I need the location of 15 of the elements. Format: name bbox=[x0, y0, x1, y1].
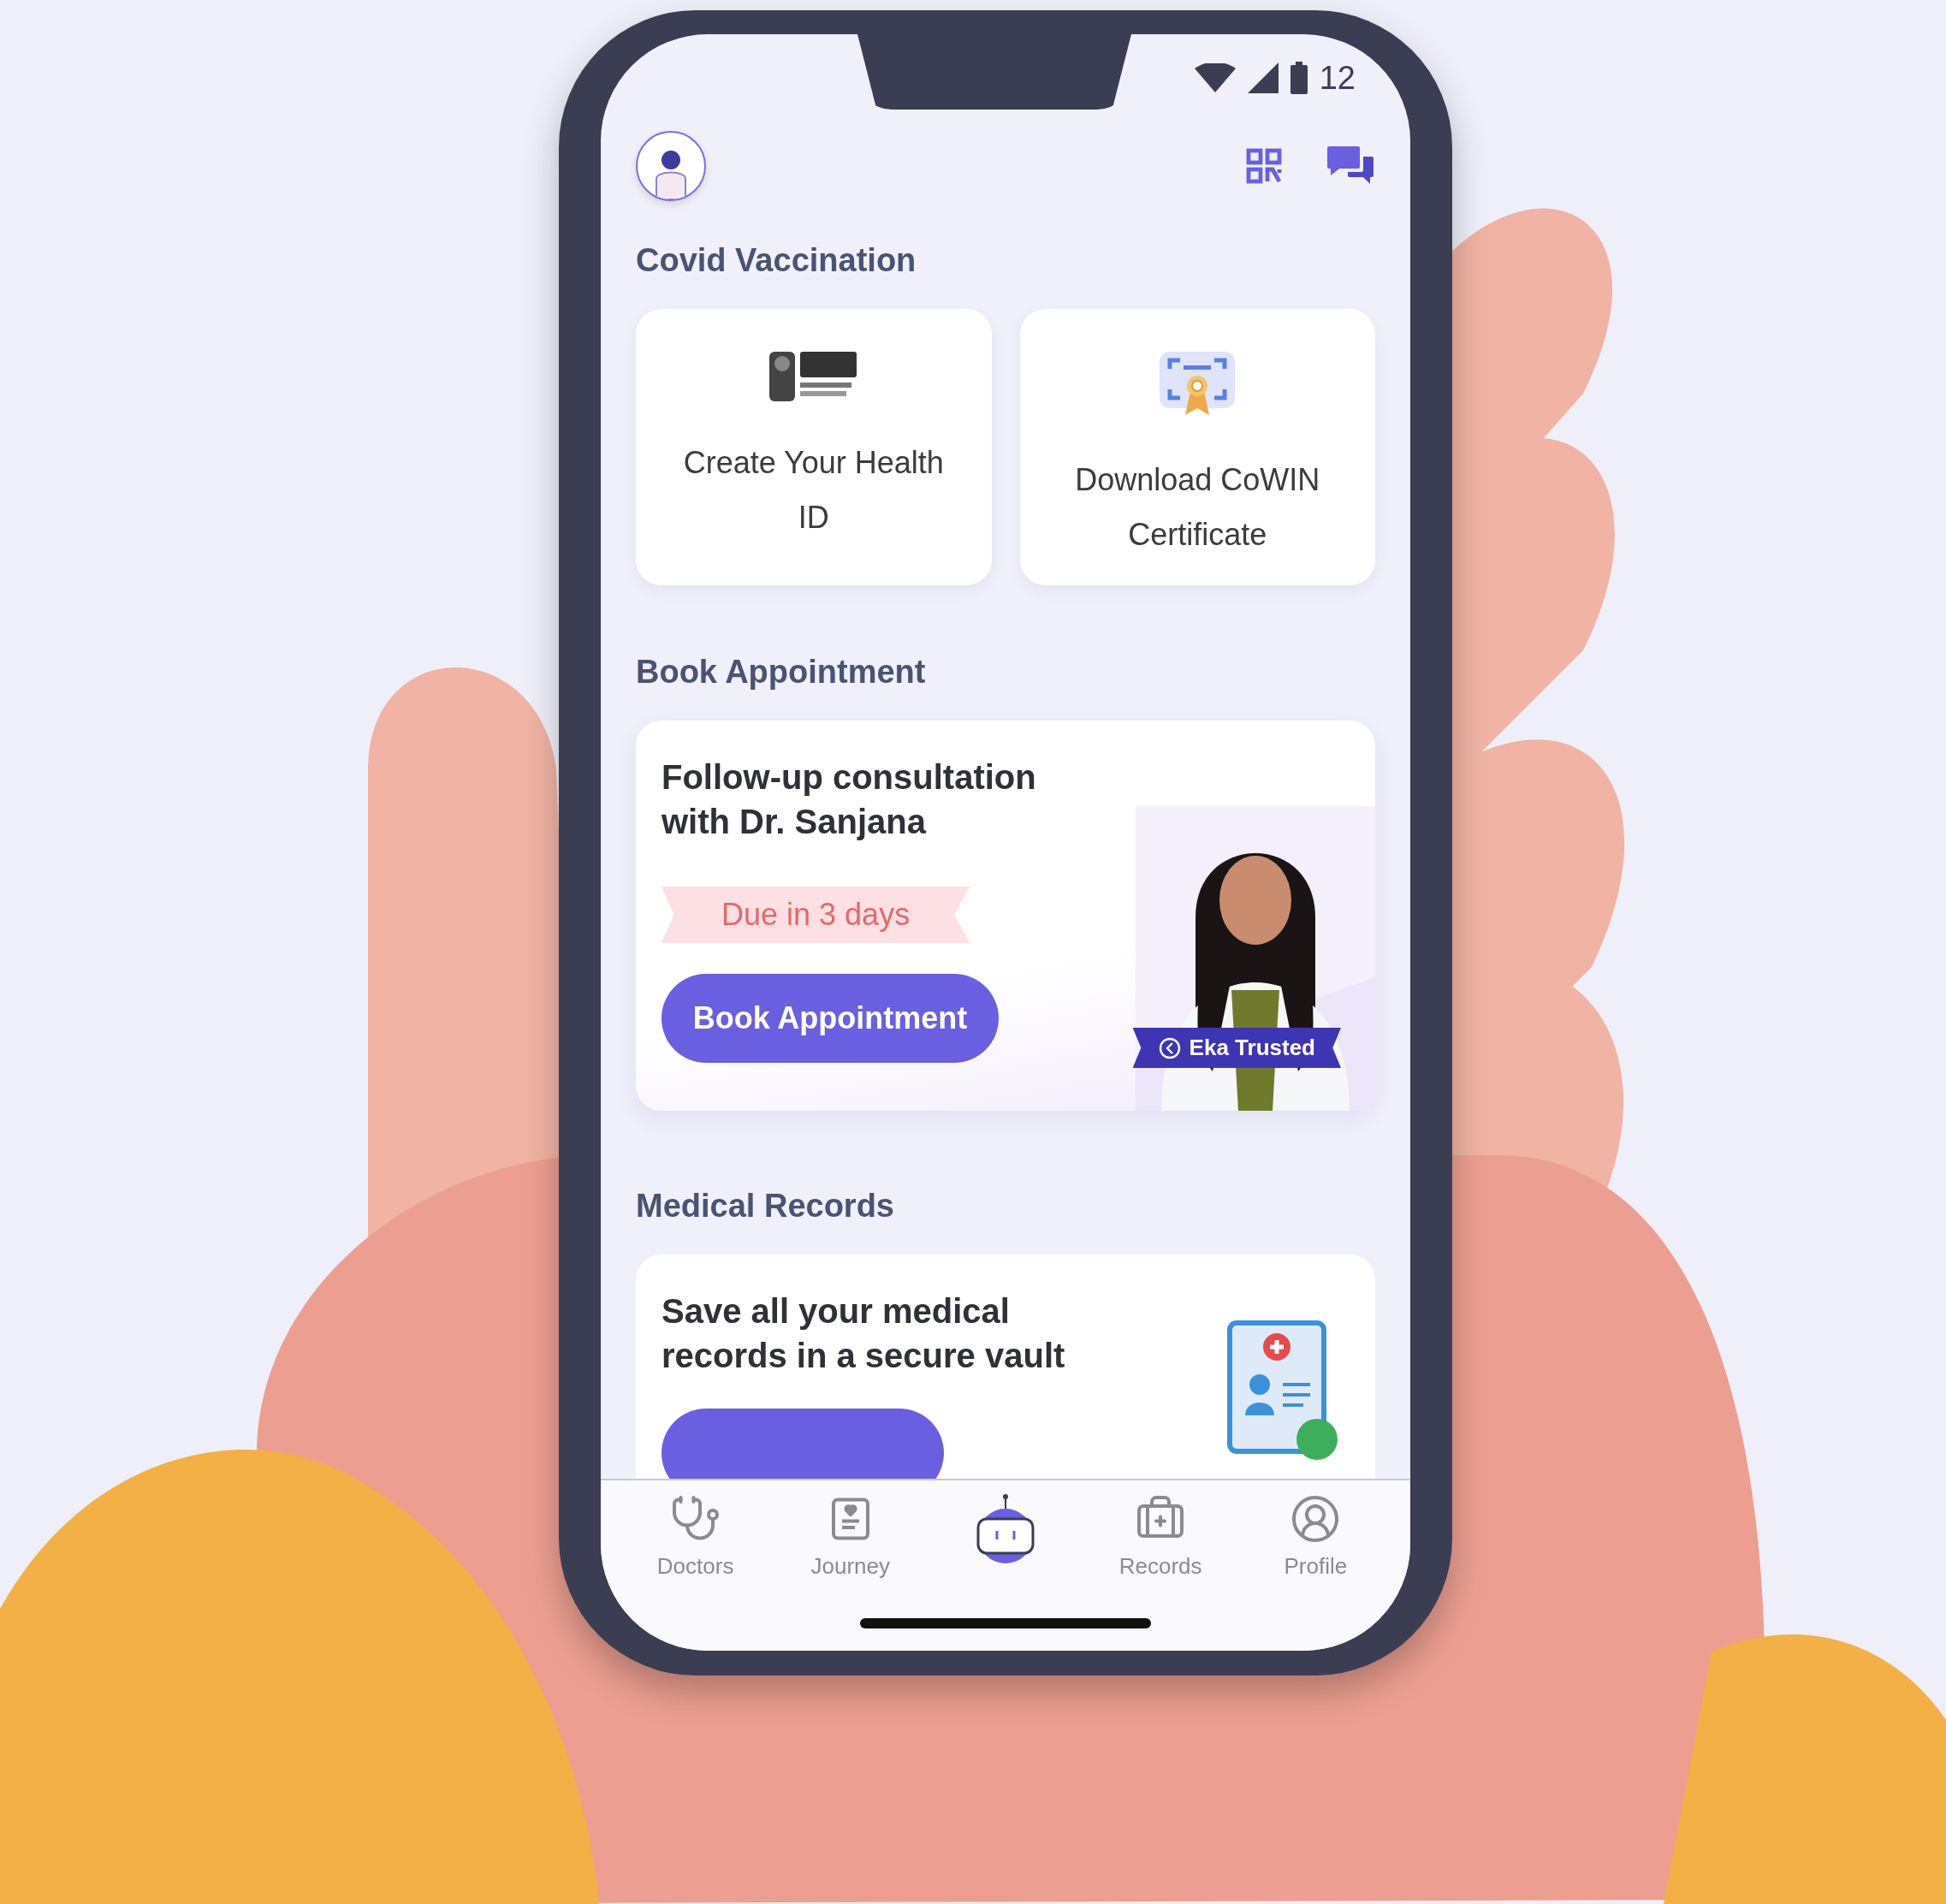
section-title: Covid Vaccination bbox=[636, 242, 917, 279]
badge-label: Eka Trusted bbox=[1189, 1035, 1315, 1061]
nav-tab[interactable]: Journey bbox=[786, 1492, 915, 1581]
status-time: 12 bbox=[1319, 59, 1356, 97]
nav-tab[interactable]: Records bbox=[1096, 1492, 1225, 1581]
vaccination-card[interactable]: Create Your Health ID bbox=[636, 309, 992, 585]
book-appointment-button[interactable]: Book Appointment bbox=[662, 974, 999, 1063]
nav-tab[interactable]: Doctors bbox=[631, 1492, 760, 1581]
vaccination-card[interactable]: Download CoWIN Certificate bbox=[1019, 309, 1375, 585]
section-title: Book Appointment bbox=[636, 654, 927, 691]
nav-tab[interactable]: Profile bbox=[1251, 1492, 1380, 1581]
section-title: Medical Records bbox=[636, 1188, 895, 1225]
due-ribbon: Due in 3 days bbox=[662, 887, 970, 943]
records-text: Save all your medical records in a secure vault bbox=[662, 1291, 1066, 1376]
appointment-title: Follow-up consultation with Dr. Sanjana bbox=[662, 757, 1037, 842]
